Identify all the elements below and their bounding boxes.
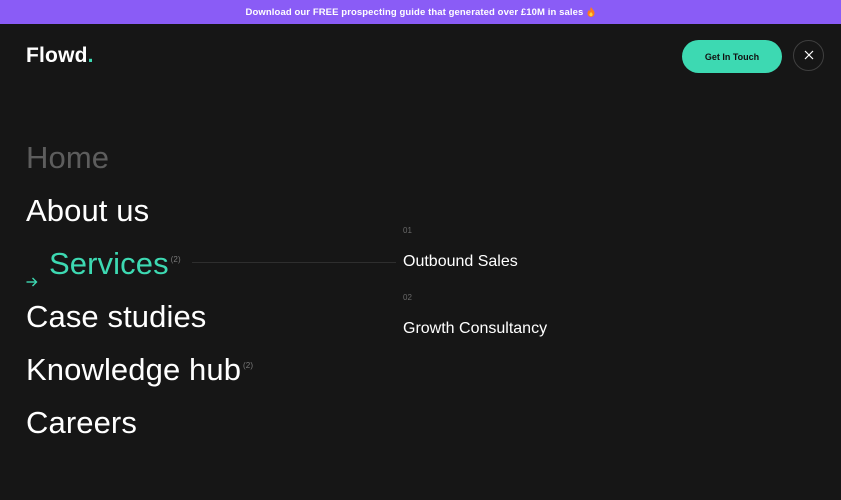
logo-dot: . bbox=[87, 44, 94, 67]
submenu-connector-line bbox=[192, 262, 396, 263]
submenu-item-outbound-sales[interactable]: 01 Outbound Sales bbox=[403, 225, 547, 292]
nav-item-home[interactable]: Home bbox=[26, 131, 253, 184]
flowd-logo[interactable]: Flowd. bbox=[26, 44, 94, 68]
promo-banner[interactable]: Download our FREE prospecting guide that… bbox=[0, 0, 841, 24]
submenu-item-label: Growth Consultancy bbox=[403, 320, 548, 337]
nav-item-label: Services bbox=[49, 245, 169, 281]
nav-item-count: (2) bbox=[243, 361, 254, 370]
nav-item-label: Knowledge hub bbox=[26, 351, 242, 387]
nav-item-label: Home bbox=[26, 139, 110, 175]
menu-overlay: Download our FREE prospecting guide that… bbox=[0, 0, 841, 500]
logo-text: Flowd bbox=[26, 44, 88, 67]
promo-text[interactable]: Download our FREE prospecting guide that… bbox=[246, 7, 584, 18]
get-in-touch-label: Get In Touch bbox=[704, 51, 760, 62]
submenu-item-index: 02 bbox=[403, 293, 412, 302]
close-menu-button[interactable] bbox=[793, 40, 824, 71]
services-submenu: 01 Outbound Sales 02 Growth Consultancy bbox=[403, 225, 547, 359]
nav-item-about-us[interactable]: About us bbox=[26, 184, 253, 237]
nav-item-case-studies[interactable]: Case studies bbox=[26, 290, 253, 343]
nav-item-label: Careers bbox=[26, 404, 137, 440]
nav-item-label: Case studies bbox=[26, 298, 207, 334]
get-in-touch-button[interactable]: Get In Touch bbox=[682, 40, 782, 73]
nav-item-count: (2) bbox=[170, 255, 181, 264]
nav-item-careers[interactable]: Careers bbox=[26, 396, 253, 449]
submenu-item-index: 01 bbox=[403, 226, 412, 235]
nav-item-services[interactable]: Services (2) bbox=[26, 237, 253, 290]
close-icon bbox=[804, 47, 814, 65]
submenu-item-growth-consultancy[interactable]: 02 Growth Consultancy bbox=[403, 292, 547, 359]
submenu-item-label: Outbound Sales bbox=[403, 253, 518, 270]
nav-item-knowledge-hub[interactable]: Knowledge hub (2) bbox=[26, 343, 253, 396]
fire-icon bbox=[587, 7, 595, 17]
nav-item-label: About us bbox=[26, 192, 150, 228]
arrow-right-icon bbox=[26, 259, 38, 286]
main-nav: Home About us Services (2) Case studies … bbox=[26, 131, 253, 449]
